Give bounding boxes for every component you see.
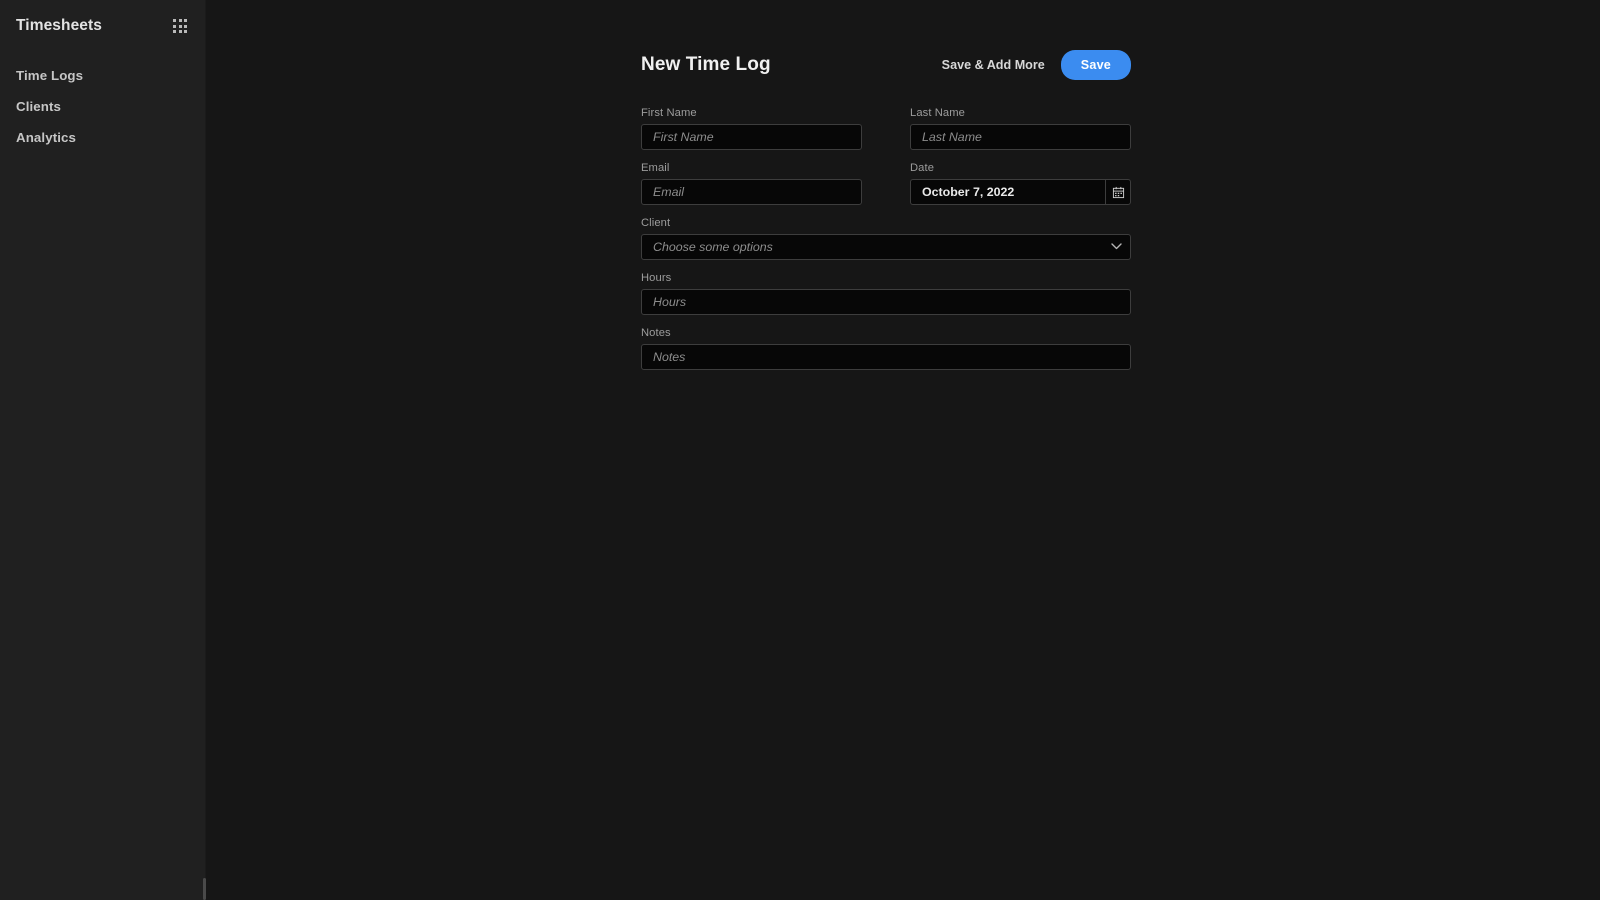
sidebar-item-time-logs[interactable]: Time Logs [0, 60, 205, 91]
page-header: New Time Log Save & Add More Save [641, 45, 1131, 85]
header-actions: Save & Add More Save [940, 50, 1131, 80]
save-and-add-more-button[interactable]: Save & Add More [940, 54, 1047, 76]
grid-dot [173, 30, 176, 33]
calendar-icon [1112, 186, 1124, 198]
email-input[interactable] [641, 179, 862, 205]
client-label: Client [641, 217, 671, 229]
form-col-right: Last Name [910, 107, 1131, 162]
hours-input[interactable] [641, 289, 1131, 315]
sidebar-item-analytics[interactable]: Analytics [0, 122, 205, 153]
date-input[interactable] [910, 179, 1105, 205]
date-label: Date [910, 162, 935, 174]
app-root: Timesheets Time Logs Clients Analytics N… [0, 0, 1600, 900]
sidebar-item-clients[interactable]: Clients [0, 91, 205, 122]
save-button[interactable]: Save [1060, 50, 1131, 80]
sidebar-header: Timesheets [0, 0, 205, 52]
field-last-name: Last Name [910, 107, 1131, 150]
form-col-right: Date [910, 162, 1131, 217]
field-email: Email [641, 162, 862, 205]
form-col-left: Email [641, 162, 862, 217]
calendar-icon-button[interactable] [1105, 179, 1131, 205]
hours-label: Hours [641, 272, 672, 284]
form-col-left: First Name [641, 107, 862, 162]
grid-dot [178, 24, 182, 28]
grid-dot [173, 24, 176, 28]
field-hours: Hours [641, 272, 1131, 315]
grid-apps-icon[interactable] [171, 17, 189, 35]
field-first-name: First Name [641, 107, 862, 150]
client-select[interactable]: Choose some options [641, 234, 1131, 260]
field-client: Client Choose some options [641, 217, 1131, 260]
sidebar-nav: Time Logs Clients Analytics [0, 60, 205, 153]
first-name-input[interactable] [641, 124, 862, 150]
grid-dot [184, 24, 187, 28]
grid-dot [178, 30, 182, 33]
field-notes: Notes [641, 327, 1131, 370]
main-content: New Time Log Save & Add More Save First … [206, 0, 1600, 900]
first-name-label: First Name [641, 107, 697, 119]
notes-label: Notes [641, 327, 671, 339]
email-label: Email [641, 162, 670, 174]
sidebar: Timesheets Time Logs Clients Analytics [0, 0, 206, 900]
notes-input[interactable] [641, 344, 1131, 370]
form-row-names: First Name Last Name [641, 107, 1131, 162]
last-name-label: Last Name [910, 107, 965, 119]
date-input-group [910, 179, 1131, 205]
field-date: Date [910, 162, 1131, 205]
grid-dot [184, 19, 187, 22]
page-title: New Time Log [641, 54, 771, 75]
app-title: Timesheets [16, 17, 103, 34]
grid-dot [173, 19, 176, 22]
last-name-input[interactable] [910, 124, 1131, 150]
grid-dot [178, 19, 182, 22]
form-row-email-date: Email Date [641, 162, 1131, 217]
grid-dot [184, 30, 187, 33]
client-select-wrapper: Choose some options [641, 234, 1131, 260]
new-time-log-form: New Time Log Save & Add More Save First … [641, 45, 1131, 382]
